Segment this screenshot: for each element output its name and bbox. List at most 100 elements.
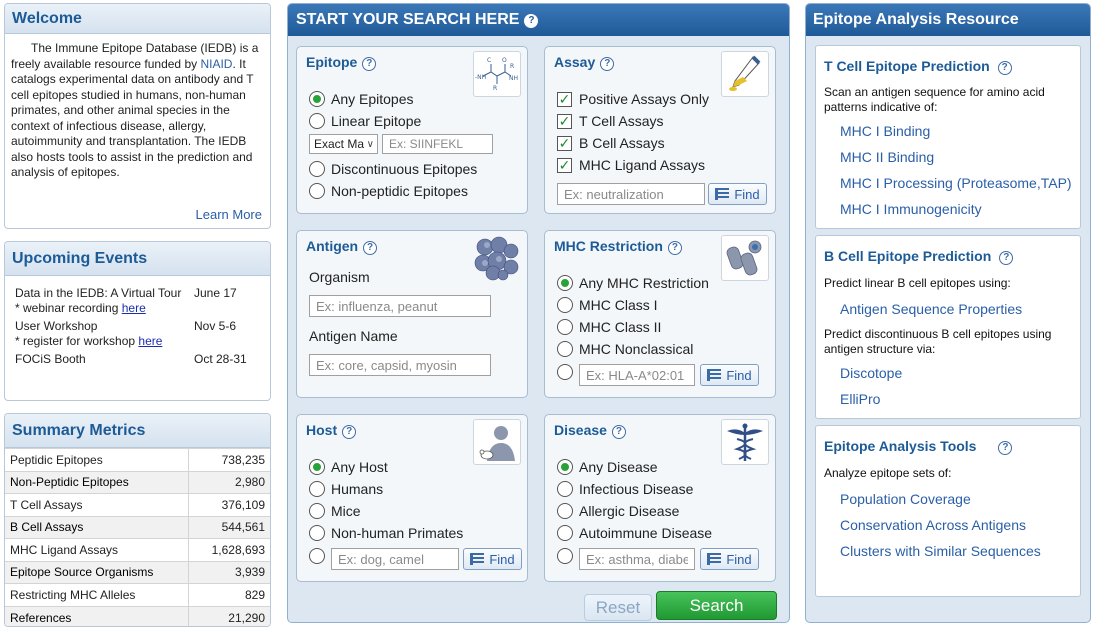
- non-peptidic-epitopes-radio[interactable]: Non-peptidic Epitopes: [309, 183, 468, 199]
- radio-button[interactable]: [309, 91, 325, 107]
- check-icon[interactable]: ✓: [557, 113, 572, 129]
- help-icon[interactable]: ?: [524, 14, 539, 28]
- metrics-box: Summary Metrics Peptidic Epitopes 738,235…: [4, 413, 271, 627]
- radio-button[interactable]: [557, 481, 573, 497]
- discotope-link[interactable]: Discotope: [840, 365, 902, 381]
- mhc-allele-input[interactable]: [579, 364, 695, 386]
- mhc-i-immunogenicity-link[interactable]: MHC I Immunogenicity: [840, 201, 982, 217]
- mhc-find-button[interactable]: Find: [700, 364, 759, 386]
- host-panel: Host? Any Host Humans Mice Non-human Pri…: [296, 414, 528, 582]
- disease-title: Disease?: [554, 422, 626, 439]
- ellipro-link[interactable]: ElliPro: [840, 391, 880, 407]
- radio-button[interactable]: [557, 275, 573, 291]
- antigen-title: Antigen?: [306, 238, 378, 255]
- assay-panel: Assay? ✓ Positive Assays Only ✓ T Cell Ass…: [544, 46, 776, 214]
- help-icon[interactable]: ?: [997, 61, 1012, 75]
- niaid-link[interactable]: NIAID: [200, 57, 232, 71]
- help-icon[interactable]: ?: [342, 425, 357, 439]
- radio-button[interactable]: [557, 364, 573, 380]
- mhc-i-processing-link[interactable]: MHC I Processing (Proteasome,TAP): [840, 175, 1072, 191]
- mhc-nonclassical-radio[interactable]: MHC Nonclassical: [557, 341, 693, 357]
- host-input[interactable]: [331, 548, 459, 570]
- antigen-name-input[interactable]: [309, 354, 491, 376]
- b-cell-assays-checkbox[interactable]: ✓ B Cell Assays: [557, 135, 665, 151]
- humans-radio[interactable]: Humans: [309, 481, 383, 497]
- host-find-button[interactable]: Find: [463, 548, 522, 570]
- mhc-ligand-assays-checkbox[interactable]: ✓ MHC Ligand Assays: [557, 157, 705, 173]
- organism-input[interactable]: [309, 295, 491, 317]
- svg-text:C: C: [487, 57, 491, 64]
- match-type-select[interactable]: Exact Ma ∨: [309, 134, 378, 154]
- search-button[interactable]: Search: [656, 591, 777, 620]
- autoimmune-disease-radio[interactable]: Autoimmune Disease: [557, 525, 712, 541]
- antigen-sequence-properties-link[interactable]: Antigen Sequence Properties: [840, 301, 1022, 317]
- disease-find-button[interactable]: Find: [700, 548, 759, 570]
- assay-search-input[interactable]: [557, 183, 705, 205]
- positive-assays-checkbox[interactable]: ✓ Positive Assays Only: [557, 91, 709, 107]
- mhc-class-ii-radio[interactable]: MHC Class II: [557, 319, 661, 335]
- conservation-across-antigens-link[interactable]: Conservation Across Antigens: [840, 517, 1026, 533]
- peptide-structure-icon: -NH R O C R NH: [473, 51, 521, 97]
- any-host-radio[interactable]: Any Host: [309, 459, 388, 475]
- radio-button[interactable]: [309, 459, 325, 475]
- tcell-prediction-box: T Cell Epitope Prediction? Scan an antig…: [815, 45, 1081, 229]
- help-icon[interactable]: ?: [362, 57, 377, 71]
- check-icon[interactable]: ✓: [557, 91, 572, 107]
- table-row: MHC Ligand Assays 1,628,693: [5, 538, 270, 561]
- help-icon[interactable]: ?: [999, 251, 1014, 265]
- radio-button[interactable]: [309, 161, 325, 177]
- check-icon[interactable]: ✓: [557, 157, 572, 173]
- help-icon[interactable]: ?: [600, 57, 615, 71]
- radio-button[interactable]: [557, 341, 573, 357]
- mhc-molecule-icon: [721, 235, 769, 281]
- epitope-sequence-input[interactable]: [382, 134, 493, 154]
- any-mhc-radio[interactable]: Any MHC Restriction: [557, 275, 709, 291]
- any-disease-radio[interactable]: Any Disease: [557, 459, 658, 475]
- allergic-disease-radio[interactable]: Allergic Disease: [557, 503, 679, 519]
- help-icon[interactable]: ?: [998, 441, 1013, 455]
- mhc-i-binding-link[interactable]: MHC I Binding: [840, 123, 930, 139]
- infectious-disease-radio[interactable]: Infectious Disease: [557, 481, 693, 497]
- radio-button[interactable]: [309, 548, 325, 564]
- analysis-title: Epitope Analysis Resource: [806, 4, 1090, 36]
- radio-button[interactable]: [557, 297, 573, 313]
- webinar-recording-link[interactable]: here: [122, 301, 146, 315]
- radio-button[interactable]: [557, 503, 573, 519]
- metrics-table: Peptidic Epitopes 738,235 Non-Peptidic Ep…: [5, 448, 270, 626]
- disease-custom-radio[interactable]: [557, 548, 579, 564]
- population-coverage-link[interactable]: Population Coverage: [840, 491, 971, 507]
- disease-input[interactable]: [579, 548, 695, 570]
- radio-button[interactable]: [557, 548, 573, 564]
- radio-button[interactable]: [557, 525, 573, 541]
- antigen-name-label: Antigen Name: [309, 328, 398, 344]
- reset-button[interactable]: Reset: [584, 594, 652, 621]
- mice-radio[interactable]: Mice: [309, 503, 361, 519]
- radio-button[interactable]: [557, 459, 573, 475]
- help-icon[interactable]: ?: [363, 241, 378, 255]
- any-epitopes-radio[interactable]: Any Epitopes: [309, 91, 414, 107]
- radio-button[interactable]: [309, 525, 325, 541]
- clusters-similar-sequences-link[interactable]: Clusters with Similar Sequences: [840, 543, 1041, 559]
- learn-more-link[interactable]: Learn More: [196, 207, 262, 222]
- mhc-class-i-radio[interactable]: MHC Class I: [557, 297, 658, 313]
- radio-button[interactable]: [309, 503, 325, 519]
- radio-button[interactable]: [557, 319, 573, 335]
- mhc-custom-radio[interactable]: [557, 364, 579, 380]
- analysis-panel: Epitope Analysis Resource T Cell Epitope…: [805, 3, 1091, 623]
- radio-button[interactable]: [309, 113, 325, 129]
- assay-find-button[interactable]: Find: [708, 183, 767, 205]
- discontinuous-epitopes-radio[interactable]: Discontinuous Epitopes: [309, 161, 477, 177]
- mhc-ii-binding-link[interactable]: MHC II Binding: [840, 149, 934, 165]
- linear-epitope-radio[interactable]: Linear Epitope: [309, 113, 421, 129]
- caduceus-icon: [721, 419, 769, 465]
- workshop-register-link[interactable]: here: [138, 334, 162, 348]
- radio-button[interactable]: [309, 183, 325, 199]
- list-icon: [715, 188, 730, 200]
- non-human-primates-radio[interactable]: Non-human Primates: [309, 525, 463, 541]
- t-cell-assays-checkbox[interactable]: ✓ T Cell Assays: [557, 113, 664, 129]
- host-custom-radio[interactable]: [309, 548, 331, 564]
- help-icon[interactable]: ?: [611, 425, 626, 439]
- help-icon[interactable]: ?: [667, 241, 682, 255]
- check-icon[interactable]: ✓: [557, 135, 572, 151]
- radio-button[interactable]: [309, 481, 325, 497]
